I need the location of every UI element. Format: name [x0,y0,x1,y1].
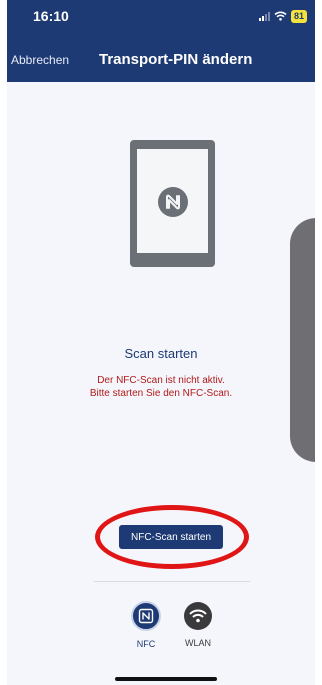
wifi-status-icon [274,11,287,21]
wifi-icon [184,602,212,630]
tab-wlan-label: WLAN [184,638,211,648]
nfc-icon [131,601,161,631]
scan-error-message: Der NFC-Scan ist nicht aktiv. Bitte star… [7,374,315,400]
app-screen: 16:10 81 Abbrechen Transport-PIN ändern … [7,0,315,685]
divider [94,581,250,582]
phone-screen [137,149,208,253]
nfc-logo-icon [158,187,188,217]
cancel-button[interactable]: Abbrechen [11,53,69,67]
tab-nfc-label: NFC [136,639,156,649]
battery-badge: 81 [290,9,307,23]
status-indicators: 81 [258,8,307,24]
signal-icon [258,11,270,21]
tab-nfc[interactable]: NFC [122,601,170,649]
page-title: Transport-PIN ändern [99,51,253,68]
tab-wlan[interactable]: WLAN [174,601,222,648]
scan-heading: Scan starten [124,346,198,361]
phone-illustration [130,140,215,267]
scan-error-line-2: Bitte starten Sie den NFC-Scan. [89,388,233,399]
highlight-annotation-ring [95,505,249,569]
home-indicator [115,677,217,681]
top-bar: 16:10 81 Abbrechen Transport-PIN ändern [7,0,315,82]
status-time: 16:10 [33,8,69,24]
side-overlay-card [290,218,315,462]
scan-error-line-1: Der NFC-Scan ist nicht aktiv. [97,375,225,386]
